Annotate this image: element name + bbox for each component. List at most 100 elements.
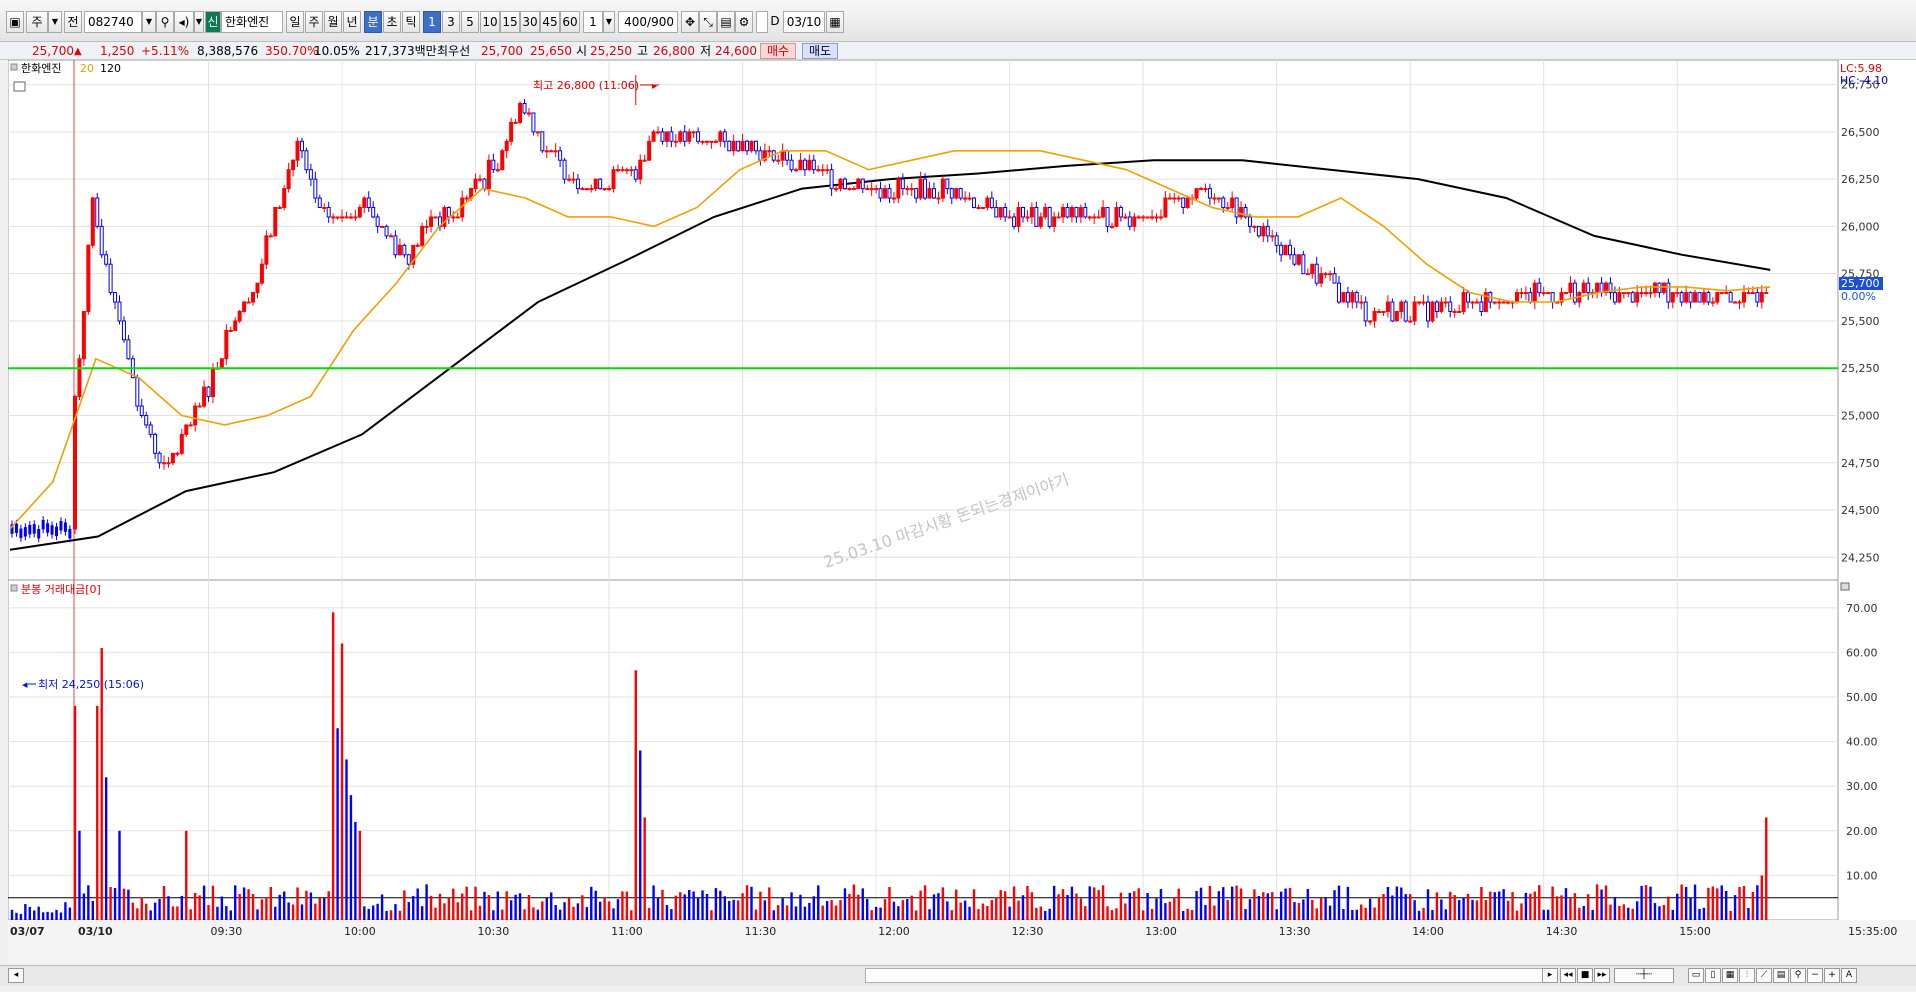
prev-button[interactable]: 전 [64,11,82,33]
count-input[interactable]: 400/900 [618,11,678,33]
stock-code-input[interactable]: 082740 [84,11,142,33]
chart-scrollbar[interactable]: ◂ ▸ ◂◂ ■ ▸▸ ┄┼┄ ▭ ▯ ▦ ⫶ ⟋ ▤ ⚲ − + A [0,965,1916,986]
volume-bar [1498,891,1501,920]
candle-body [1724,292,1729,295]
volume-bar [1457,900,1461,920]
candle-body [384,225,389,237]
zoom-in-icon[interactable]: + [1824,968,1840,983]
chart-svg[interactable]: 24,250 24,500 24,750 25,000 25,250 25,500 25,7… [7,59,1916,965]
stock-name-field[interactable]: 한화엔진 [221,11,283,33]
interval-3[interactable]: 3 [442,11,460,33]
volume-bar [794,906,798,920]
interval-5[interactable]: 5 [461,11,479,33]
zoom-slider[interactable]: ┄┼┄ [1614,968,1674,983]
legend-stock-name: 한화엔진 [21,62,61,75]
zoom-out-icon[interactable]: − [1807,968,1823,983]
calendar-icon[interactable]: ▦ [826,11,844,33]
volume-bar [572,906,575,920]
volume-bar [1333,890,1336,920]
d-checkbox[interactable] [756,11,768,33]
candle-body [1252,225,1257,228]
volume-bar [189,909,192,920]
volume-bar [452,888,455,920]
candle-body [678,131,683,142]
window-icon[interactable]: ▣ [6,11,24,33]
volume-bar [78,830,81,920]
time-axis-label: 13:00 [1145,925,1177,938]
unit-input[interactable]: 1 [583,11,603,33]
zoom-icon[interactable]: ⚲ [1790,968,1806,983]
volume-bar [211,885,215,920]
scroll-thumb[interactable] [865,968,1545,983]
interval-15[interactable]: 15 [500,11,520,33]
tab-second[interactable]: 초 [383,11,401,33]
volume-bar [1733,895,1737,920]
volume-bar [496,891,500,920]
volume-bar [710,910,713,920]
trend-icon[interactable]: ⟋ [1756,968,1772,983]
grid-toggle-icon[interactable]: ▦ [1722,968,1738,983]
chart-type-icon[interactable]: ⫶ [1739,968,1755,983]
volume-bar [1101,885,1105,920]
layout-icon[interactable]: ▭ [1688,968,1704,983]
interval-30[interactable]: 30 [520,11,540,33]
rewind-icon[interactable]: ◂◂ [1560,968,1576,983]
candle-body [1537,282,1542,294]
panel-collapse-icon[interactable] [1840,582,1850,591]
tab-tick[interactable]: 틱 [402,11,420,33]
candle-body [1443,301,1448,304]
tab-year[interactable]: 년 [343,11,361,33]
scroll-right-icon[interactable]: ▸ [1542,968,1558,983]
candle-body [963,197,968,200]
volume-bar [1092,887,1096,920]
crosshair-icon[interactable]: ⤡ [699,11,717,33]
date-input[interactable]: 03/10 [783,11,825,33]
interval-1[interactable]: 1 [423,11,441,33]
candle-body [638,159,643,180]
panel-table-icon[interactable] [13,81,26,92]
sell-button[interactable]: 매도 [802,43,838,59]
interval-45[interactable]: 45 [540,11,560,33]
new-badge: 신 [205,11,221,33]
volume-bar [385,910,388,920]
speaker-dropdown-icon[interactable]: ▼ [194,11,204,33]
candle-body [1212,197,1217,200]
volume-bar [1751,892,1755,920]
speaker-icon[interactable]: ◂) [174,11,194,33]
font-size-icon[interactable]: A [1841,968,1857,983]
candle-body [656,131,661,134]
unit-dropdown-icon[interactable]: ▼ [603,11,615,33]
tab-minute[interactable]: 분 [364,11,382,33]
volume-bar [1141,910,1145,920]
pin-icon[interactable]: ✥ [681,11,699,33]
high-label: 고 [637,44,649,58]
interval-10[interactable]: 10 [480,11,500,33]
interval-60[interactable]: 60 [560,11,580,33]
settings-gear-icon[interactable]: ⚙ [735,11,753,33]
hc-label: HC:-4.10 [1840,74,1888,87]
scroll-left-icon[interactable]: ◂ [8,968,24,983]
search-icon[interactable]: ⚲ [156,11,174,33]
stop-icon[interactable]: ■ [1577,968,1593,983]
candle-body [736,140,741,152]
chart-list-icon[interactable]: ▤ [1773,968,1789,983]
volume-bar [1551,886,1554,920]
chart-area[interactable]: 24,250 24,500 24,750 25,000 25,250 25,500 25,7… [7,59,1916,975]
volume-axis-label: 10.00 [1846,869,1878,882]
d-label-text: D [770,14,780,28]
period-dropdown-icon[interactable]: ▼ [48,11,62,33]
tab-month[interactable]: 월 [324,11,342,33]
layout-split-icon[interactable]: ▯ [1705,968,1721,983]
candle-body [776,159,781,162]
period-select[interactable]: 주 [26,11,48,33]
tab-week[interactable]: 주 [305,11,323,33]
candle-body [602,188,607,191]
tab-day[interactable]: 일 [286,11,304,33]
buy-button[interactable]: 매수 [760,43,796,59]
save-icon[interactable]: ▤ [717,11,735,33]
volume-bar [1400,887,1403,920]
code-dropdown-icon[interactable]: ▼ [142,11,156,33]
candle-body [584,188,589,191]
fast-forward-icon[interactable]: ▸▸ [1594,968,1610,983]
candle-body [406,254,411,265]
